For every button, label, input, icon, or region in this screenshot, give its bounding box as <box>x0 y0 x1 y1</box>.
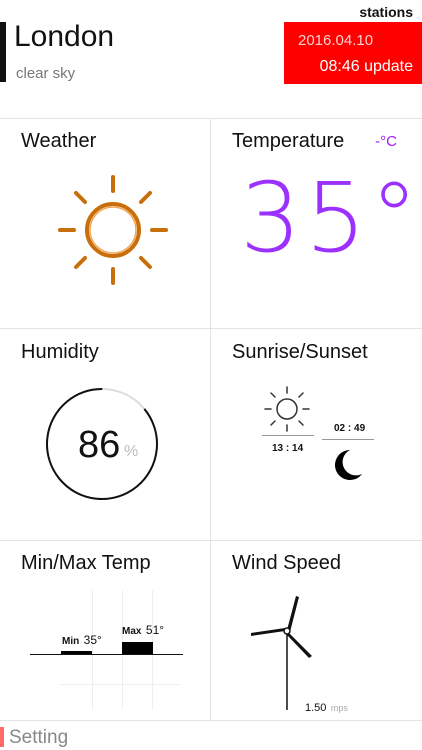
wind-speed-value: 1.50 <box>305 702 327 714</box>
update-box[interactable]: 2016.04.10 08:46 update <box>284 22 422 84</box>
sunrise-icon <box>264 386 310 432</box>
min-temp-caption: Min <box>62 636 80 647</box>
sunset-divider <box>322 439 374 440</box>
update-date: 2016.04.10 <box>298 32 374 49</box>
min-temp-label: Min 35° <box>62 631 102 649</box>
sun-title: Sunrise/Sunset <box>232 341 368 363</box>
grid-divider <box>0 720 422 721</box>
wind-turbine-icon <box>251 596 312 710</box>
header-accent-bar <box>0 22 6 82</box>
sun-icon <box>58 175 168 285</box>
sunrise-divider <box>262 435 314 436</box>
sunrise-time: 13 : 14 <box>272 443 304 454</box>
temperature-value: 35° <box>240 162 422 274</box>
stations-button[interactable]: stations <box>359 4 413 20</box>
max-temp-label: Max 51° <box>122 621 164 639</box>
moon-icon <box>335 450 362 480</box>
temperature-title: Temperature <box>232 130 345 152</box>
wind-speed-unit: mps <box>330 703 348 713</box>
weather-condition: clear sky <box>16 65 76 82</box>
humidity-title: Humidity <box>21 341 99 363</box>
wind-title: Wind Speed <box>232 552 341 574</box>
chart-gridline <box>60 684 180 685</box>
update-time: 08:46 update <box>319 58 413 75</box>
humidity-unit: % <box>124 443 139 460</box>
min-temp-value: 35° <box>83 633 102 647</box>
weather-title: Weather <box>21 130 97 152</box>
chart-gridline <box>92 590 93 710</box>
max-temp-caption: Max <box>122 626 142 637</box>
setting-accent-bar <box>0 727 4 747</box>
wind-speed-label: 1.50 mps <box>305 698 348 716</box>
humidity-value: 86 <box>78 424 121 466</box>
temperature-unit-toggle[interactable]: -°C <box>375 133 397 150</box>
minmax-title: Min/Max Temp <box>21 552 151 574</box>
setting-button[interactable]: Setting <box>9 727 68 749</box>
max-temp-value: 51° <box>145 623 165 637</box>
min-temp-bar <box>61 651 92 654</box>
max-temp-bar <box>122 642 153 654</box>
sunset-time: 02 : 49 <box>334 423 366 434</box>
chart-baseline <box>30 654 183 655</box>
city-name[interactable]: London <box>14 20 114 54</box>
